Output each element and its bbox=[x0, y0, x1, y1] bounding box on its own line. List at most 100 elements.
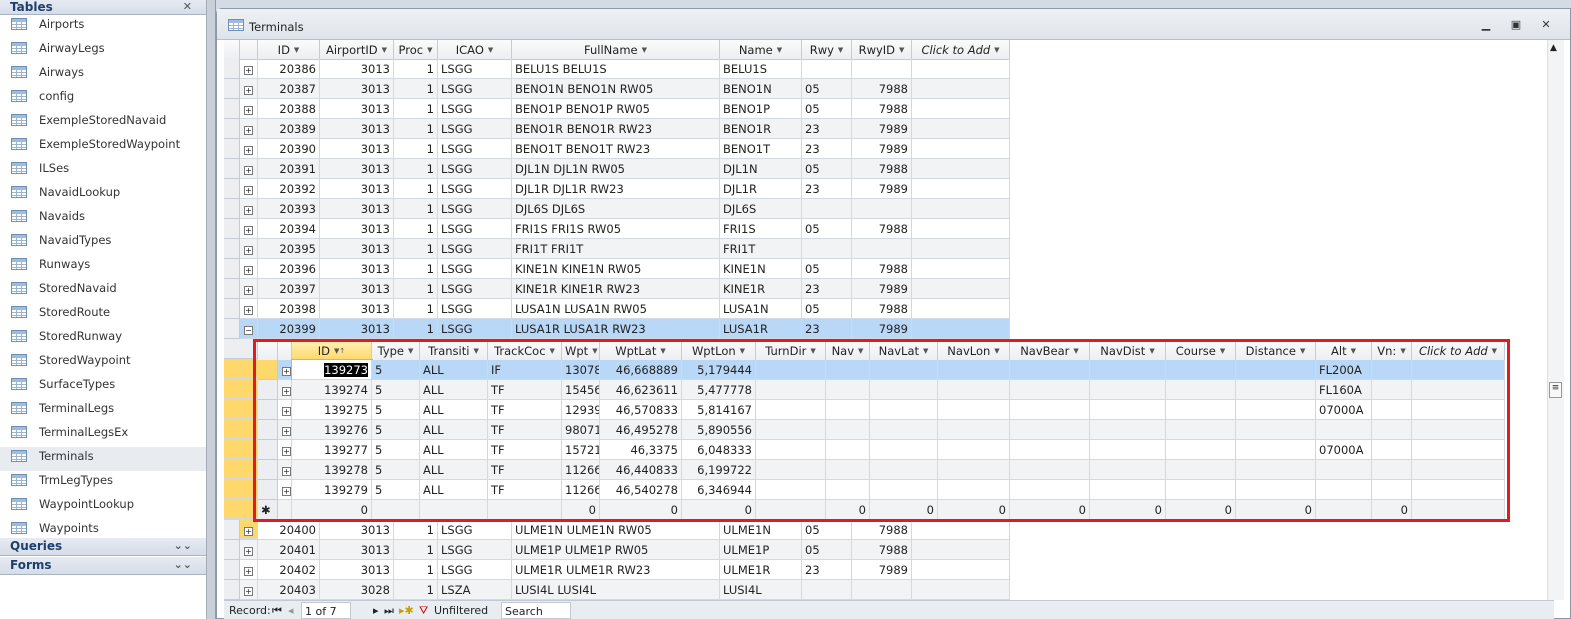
cell-proc[interactable]: 1 bbox=[394, 520, 438, 540]
sub-cell-wptlat[interactable]: 46,570833 bbox=[600, 400, 682, 420]
sub-column-header-navlon[interactable]: NavLon ▼ bbox=[938, 341, 1010, 361]
cell-rwyid[interactable] bbox=[852, 59, 912, 79]
cell-proc[interactable]: 1 bbox=[394, 199, 438, 219]
sub-cell-id[interactable]: 139274 bbox=[292, 380, 372, 400]
cell-click-to-add[interactable] bbox=[912, 580, 1010, 600]
cell-airportid[interactable]: 3013 bbox=[320, 99, 394, 119]
cell-rwy[interactable]: 23 bbox=[802, 139, 852, 159]
sub-cell-alt[interactable]: 07000A bbox=[1316, 440, 1372, 460]
sub-cell-alt[interactable] bbox=[1316, 480, 1372, 500]
cell-airportid[interactable]: 3013 bbox=[320, 179, 394, 199]
cell-icao[interactable]: LSGG bbox=[438, 179, 512, 199]
dropdown-arrow-icon[interactable]: ▼ bbox=[408, 347, 413, 355]
cell-name[interactable]: BENO1P bbox=[720, 99, 802, 119]
sub-cell-vn:[interactable] bbox=[1372, 380, 1412, 400]
nav-item-ilses[interactable]: ILSes bbox=[0, 159, 206, 183]
cell-fullname[interactable]: LUSA1R LUSA1R RW23 bbox=[512, 319, 720, 339]
cell-fullname[interactable]: KINE1N KINE1N RW05 bbox=[512, 259, 720, 279]
cell-id[interactable]: 20389 bbox=[258, 119, 320, 139]
cell-icao[interactable]: LSGG bbox=[438, 139, 512, 159]
sub-cell-wptlon[interactable]: 6,346944 bbox=[682, 480, 756, 500]
cell-rwyid[interactable]: 7988 bbox=[852, 219, 912, 239]
cell-click-to-add[interactable] bbox=[912, 259, 1010, 279]
sub-cell-wptlat[interactable]: 46,623611 bbox=[600, 380, 682, 400]
sub-cell-navdist[interactable] bbox=[1090, 440, 1166, 460]
dropdown-arrow-icon[interactable]: ▼ bbox=[1351, 347, 1356, 355]
sub-cell-navbear[interactable] bbox=[1010, 420, 1090, 440]
cell-airportid[interactable]: 3013 bbox=[320, 239, 394, 259]
dropdown-arrow-icon[interactable]: ▼ bbox=[838, 46, 843, 54]
cell-proc[interactable]: 1 bbox=[394, 239, 438, 259]
sub-cell-type[interactable]: 5 bbox=[372, 380, 420, 400]
sub-column-header-click-to-add[interactable]: Click to Add ▼ bbox=[1412, 341, 1505, 361]
new-row-cell-wptlat[interactable]: 0 bbox=[600, 500, 682, 520]
vertical-scrollbar[interactable]: ▲ ≡ bbox=[1547, 40, 1564, 600]
sub-cell-navdist[interactable] bbox=[1090, 460, 1166, 480]
dropdown-arrow-icon[interactable]: ▼ bbox=[740, 347, 745, 355]
cell-icao[interactable]: LSGG bbox=[438, 239, 512, 259]
dropdown-arrow-icon[interactable]: ▼ bbox=[592, 347, 597, 355]
cell-name[interactable]: LUSI4L bbox=[720, 580, 802, 600]
cell-icao[interactable]: LSZA bbox=[438, 580, 512, 600]
sub-cell-type[interactable]: 5 bbox=[372, 360, 420, 380]
cell-rwy[interactable]: 23 bbox=[802, 179, 852, 199]
sub-cell-distance[interactable] bbox=[1236, 460, 1316, 480]
sub-cell-vn:[interactable] bbox=[1372, 480, 1412, 500]
expand-icon[interactable]: + bbox=[282, 447, 291, 456]
expand-toggle[interactable]: + bbox=[278, 420, 292, 440]
forms-group-header[interactable]: Forms ⌄⌄ bbox=[0, 557, 206, 575]
sub-cell-type[interactable]: 5 bbox=[372, 400, 420, 420]
sub-cell-nav[interactable] bbox=[826, 440, 870, 460]
cell-fullname[interactable]: KINE1R KINE1R RW23 bbox=[512, 279, 720, 299]
sub-cell-course[interactable] bbox=[1166, 480, 1236, 500]
sub-cell-nav[interactable] bbox=[826, 360, 870, 380]
sub-cell-navlon[interactable] bbox=[938, 480, 1010, 500]
sub-cell-distance[interactable] bbox=[1236, 480, 1316, 500]
sub-cell-wptlon[interactable]: 6,048333 bbox=[682, 440, 756, 460]
cell-proc[interactable]: 1 bbox=[394, 259, 438, 279]
cell-rwy[interactable]: 05 bbox=[802, 540, 852, 560]
cell-rwy[interactable]: 23 bbox=[802, 560, 852, 580]
cell-click-to-add[interactable] bbox=[912, 299, 1010, 319]
cell-click-to-add[interactable] bbox=[912, 199, 1010, 219]
cell-name[interactable]: LUSA1N bbox=[720, 299, 802, 319]
new-row-cell-id[interactable]: 0 bbox=[292, 500, 372, 520]
sub-cell-click-to-add[interactable] bbox=[1412, 440, 1505, 460]
cell-fullname[interactable]: FRI1T FRI1T bbox=[512, 239, 720, 259]
sub-cell-course[interactable] bbox=[1166, 460, 1236, 480]
cell-airportid[interactable]: 3028 bbox=[320, 580, 394, 600]
new-row-cell-navbear[interactable]: 0 bbox=[1010, 500, 1090, 520]
cell-airportid[interactable]: 3013 bbox=[320, 279, 394, 299]
row-selector[interactable] bbox=[224, 520, 240, 540]
cell-proc[interactable]: 1 bbox=[394, 540, 438, 560]
nav-item-storednavaid[interactable]: StoredNavaid bbox=[0, 279, 206, 303]
sub-cell-navdist[interactable] bbox=[1090, 380, 1166, 400]
nav-item-exemplestoredwaypoint[interactable]: ExempleStoredWaypoint bbox=[0, 135, 206, 159]
sub-column-header-wptlat[interactable]: WptLat ▼ bbox=[600, 341, 682, 361]
minimize-button[interactable]: ▁ bbox=[1478, 18, 1494, 32]
cell-icao[interactable]: LSGG bbox=[438, 259, 512, 279]
sub-cell-wpt[interactable]: 129399 bbox=[562, 400, 600, 420]
sub-cell-navlat[interactable] bbox=[870, 480, 938, 500]
cell-id[interactable]: 20394 bbox=[258, 219, 320, 239]
dropdown-arrow-icon[interactable]: ▼ bbox=[1073, 347, 1078, 355]
search-input[interactable]: Search bbox=[501, 602, 571, 619]
cell-fullname[interactable]: BENO1P BENO1P RW05 bbox=[512, 99, 720, 119]
new-row-cell-transiti[interactable] bbox=[420, 500, 488, 520]
sub-cell-trackcoc[interactable]: TF bbox=[488, 420, 562, 440]
sub-cell-trackcoc[interactable]: TF bbox=[488, 480, 562, 500]
cell-rwyid[interactable]: 7989 bbox=[852, 139, 912, 159]
cell-proc[interactable]: 1 bbox=[394, 560, 438, 580]
row-selector[interactable] bbox=[258, 420, 278, 440]
cell-rwyid[interactable] bbox=[852, 580, 912, 600]
new-record-selector[interactable]: ✱ bbox=[258, 500, 278, 520]
cell-id[interactable]: 20400 bbox=[258, 520, 320, 540]
column-header-rwy[interactable]: Rwy ▼ bbox=[802, 40, 852, 60]
cell-name[interactable]: DJL1R bbox=[720, 179, 802, 199]
row-selector[interactable] bbox=[224, 99, 240, 119]
cell-click-to-add[interactable] bbox=[912, 159, 1010, 179]
row-selector[interactable] bbox=[224, 159, 240, 179]
dropdown-arrow-icon[interactable]: ▼ bbox=[1220, 347, 1225, 355]
cell-icao[interactable]: LSGG bbox=[438, 279, 512, 299]
sub-cell-vn:[interactable] bbox=[1372, 460, 1412, 480]
